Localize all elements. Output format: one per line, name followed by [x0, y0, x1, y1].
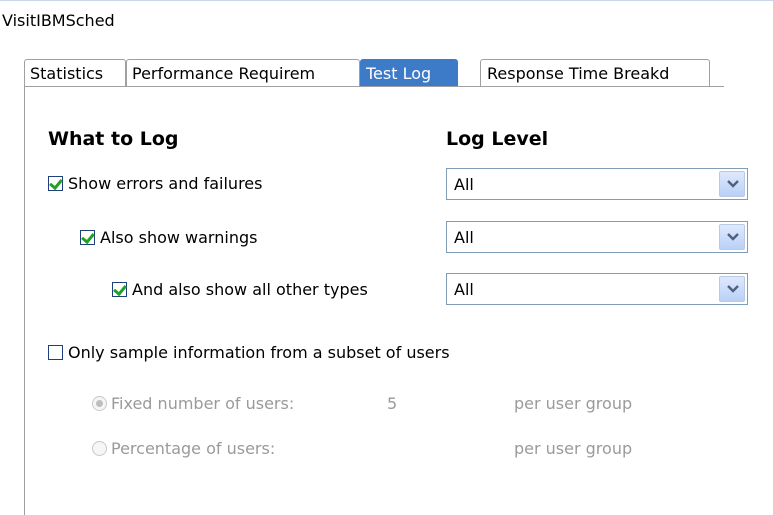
show-warnings-label: Also show warnings — [100, 228, 258, 247]
percentage-users-suffix: per user group — [514, 439, 633, 458]
percentage-users-label: Percentage of users: — [111, 439, 276, 458]
show-all-types-label: And also show all other types — [132, 280, 368, 299]
tab-performance-requirements[interactable]: Performance Requirem — [126, 59, 360, 86]
select-value: All — [454, 175, 474, 194]
log-level-heading: Log Level — [446, 128, 549, 150]
editor-title-bar: VisitIBMSched — [0, 0, 773, 41]
tab-response-time-breakdown[interactable]: Response Time Breakd — [480, 59, 710, 86]
show-all-types-checkbox[interactable] — [112, 282, 127, 297]
select-value: All — [454, 228, 474, 247]
tab-label: Performance Requirem — [132, 64, 316, 83]
chevron-down-icon[interactable] — [719, 276, 745, 302]
chevron-down-icon[interactable] — [719, 224, 745, 250]
tab-label: Test Log — [366, 64, 432, 83]
sample-subset-label: Only sample information from a subset of… — [68, 343, 450, 362]
fixed-users-radio[interactable] — [92, 396, 107, 411]
all-types-log-level-select[interactable]: All — [446, 273, 748, 305]
show-all-types-option[interactable]: And also show all other types — [112, 280, 368, 299]
warnings-log-level-select[interactable]: All — [446, 221, 748, 253]
fixed-users-suffix: per user group — [514, 394, 633, 413]
panel-border — [24, 86, 25, 515]
fixed-users-option[interactable]: Fixed number of users: — [92, 394, 294, 413]
show-errors-checkbox[interactable] — [48, 176, 63, 191]
tab-statistics[interactable]: Statistics — [24, 59, 126, 86]
tab-label: Response Time Breakd — [487, 64, 670, 83]
window: VisitIBMSched Statistics Performance Req… — [0, 0, 773, 515]
percentage-users-radio[interactable] — [92, 441, 107, 456]
sample-subset-option[interactable]: Only sample information from a subset of… — [48, 343, 450, 362]
show-errors-option[interactable]: Show errors and failures — [48, 174, 262, 193]
select-value: All — [454, 280, 474, 299]
what-to-log-heading: What to Log — [48, 128, 179, 150]
show-errors-label: Show errors and failures — [68, 174, 263, 193]
sample-subset-checkbox[interactable] — [48, 345, 63, 360]
tab-test-log[interactable]: Test Log — [360, 59, 458, 86]
tab-label: Statistics — [30, 64, 104, 83]
fixed-users-value[interactable]: 5 — [387, 394, 397, 413]
errors-log-level-select[interactable]: All — [446, 168, 748, 200]
show-warnings-option[interactable]: Also show warnings — [80, 228, 257, 247]
editor-title: VisitIBMSched — [2, 11, 115, 30]
percentage-users-option[interactable]: Percentage of users: — [92, 439, 275, 458]
chevron-down-icon[interactable] — [719, 171, 745, 197]
tab-divider — [24, 86, 724, 87]
show-warnings-checkbox[interactable] — [80, 230, 95, 245]
fixed-users-label: Fixed number of users: — [111, 394, 295, 413]
